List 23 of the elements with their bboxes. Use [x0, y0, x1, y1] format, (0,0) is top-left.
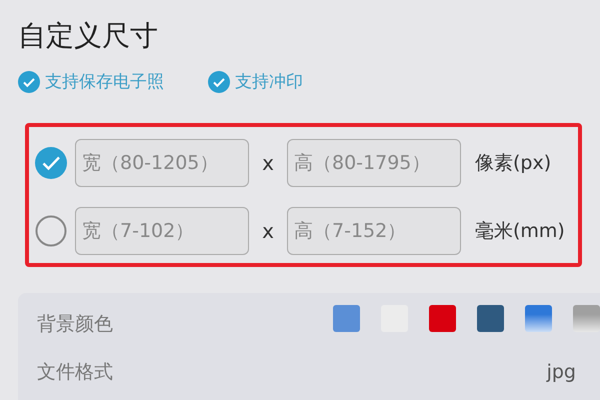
page-title: 自定义尺寸: [18, 18, 159, 54]
checkbox[interactable]: [208, 70, 230, 92]
radio-button[interactable]: [35, 215, 67, 247]
setting-label: 文件格式: [37, 360, 113, 385]
radio-button[interactable]: [35, 147, 67, 179]
color-swatch[interactable]: [477, 304, 504, 332]
color-swatch[interactable]: [429, 304, 456, 332]
format-value: jpg: [546, 361, 576, 383]
unit-label: 像素(px): [475, 151, 552, 176]
color-swatch[interactable]: [525, 304, 552, 332]
multiply-sign: x: [261, 151, 275, 175]
width-field[interactable]: 宽（80-1205）: [75, 139, 249, 187]
width-field[interactable]: 宽（7-102）: [75, 207, 249, 255]
feature-label: 支持冲印: [235, 71, 303, 93]
setting-label: 背景颜色: [37, 312, 113, 337]
unit-label: 毫米(mm): [475, 219, 565, 244]
height-field[interactable]: 高（7-152）: [287, 207, 461, 255]
checkbox[interactable]: [18, 70, 40, 92]
feature-label: 支持保存电子照: [45, 71, 164, 93]
color-swatch[interactable]: [573, 304, 600, 332]
color-swatch[interactable]: [333, 304, 360, 332]
multiply-sign: x: [261, 219, 275, 243]
height-field[interactable]: 高（80-1795）: [287, 139, 461, 187]
